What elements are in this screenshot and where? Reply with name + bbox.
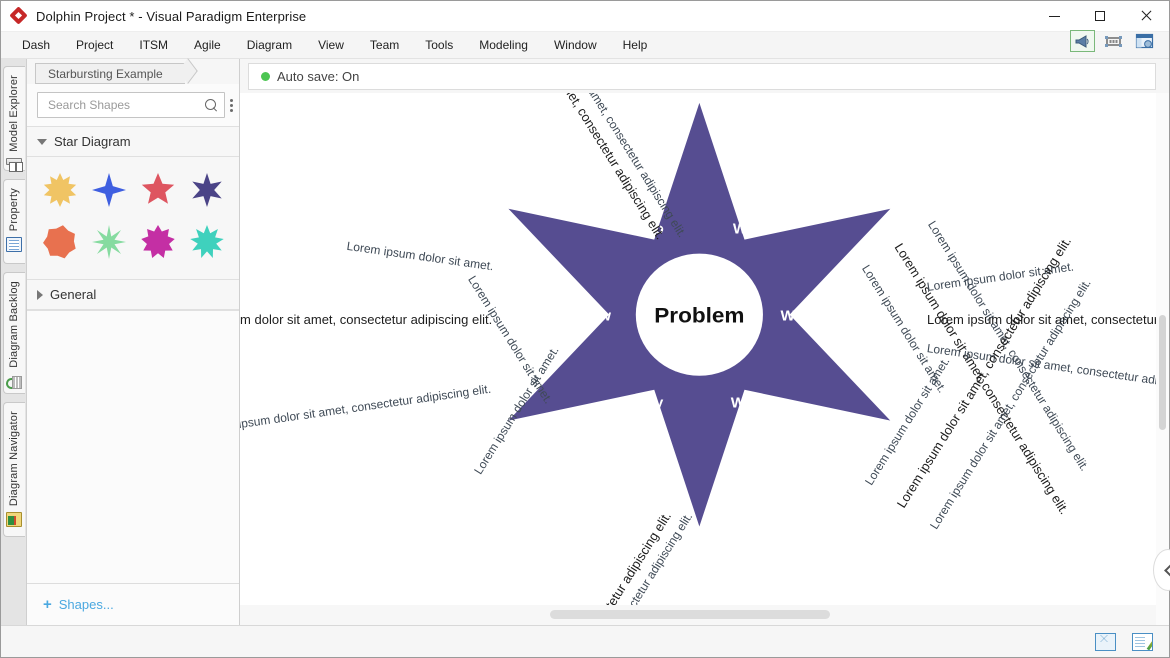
canvas-top-bar: Web Editing Experience Auto save: On xyxy=(240,30,1169,93)
model-explorer-icon xyxy=(6,157,22,173)
document-tab-label: Starbursting Example xyxy=(48,66,163,81)
shape-palette xyxy=(27,157,239,279)
mail-icon[interactable] xyxy=(1095,632,1116,651)
plus-icon: + xyxy=(43,596,52,613)
add-shapes-button[interactable]: + Shapes... xyxy=(27,583,239,625)
sidebar-tab-label: Property xyxy=(8,188,20,232)
section-title: Star Diagram xyxy=(54,134,131,149)
close-button[interactable] xyxy=(1123,1,1169,32)
kebab-menu-icon[interactable] xyxy=(229,98,233,112)
menu-item-dash[interactable]: Dash xyxy=(9,33,63,57)
application-window: Dolphin Project * - Visual Paradigm Ente… xyxy=(0,0,1170,658)
sidebar-tab-label: Model Explorer xyxy=(8,75,20,152)
diagram-navigator-icon xyxy=(6,512,22,528)
menu-item-view[interactable]: View xyxy=(305,33,357,57)
shape-star-4-point[interactable] xyxy=(84,167,133,213)
title-bar: Dolphin Project * - Visual Paradigm Ente… xyxy=(1,1,1169,32)
shape-burst-7-blob[interactable] xyxy=(35,219,84,265)
annotation-how-2[interactable]: Lorem ipsum dolor sit amet, consectetur … xyxy=(240,312,492,327)
property-icon xyxy=(6,237,22,253)
spoke-label-what: What xyxy=(733,221,771,238)
add-shapes-label: Shapes... xyxy=(58,597,114,612)
window-title: Dolphin Project * - Visual Paradigm Ente… xyxy=(36,8,307,24)
menu-item-diagram[interactable]: Diagram xyxy=(234,33,305,57)
status-bar xyxy=(1,625,1169,657)
search-icon[interactable] xyxy=(205,98,218,112)
search-input[interactable] xyxy=(46,97,205,113)
annotation-where-2[interactable]: Lorem ipsum dolor sit amet, consectetur … xyxy=(927,312,1169,327)
diamond-logo-icon xyxy=(11,8,28,25)
chevron-down-icon xyxy=(37,138,47,145)
horizontal-scrollbar-thumb[interactable] xyxy=(550,610,830,619)
minimize-button[interactable] xyxy=(1031,1,1077,32)
shape-star-9-point[interactable] xyxy=(133,219,182,265)
sidebar-tab-diagram-backlog[interactable]: Diagram Backlog xyxy=(2,272,25,394)
menu-item-team[interactable]: Team xyxy=(357,33,412,57)
search-row xyxy=(27,84,239,126)
vertical-scrollbar[interactable] xyxy=(1156,93,1169,625)
announce-icon[interactable] xyxy=(1070,30,1095,52)
section-title: General xyxy=(50,287,97,302)
menu-item-tools[interactable]: Tools xyxy=(412,33,466,57)
shape-star-5-point[interactable] xyxy=(133,167,182,213)
menu-item-agile[interactable]: Agile xyxy=(181,33,234,57)
shape-star-8-point-thin[interactable] xyxy=(84,219,133,265)
close-icon xyxy=(1140,10,1152,22)
canvas-toolbar xyxy=(1070,30,1157,52)
minimize-icon xyxy=(1048,15,1060,17)
diagram-backlog-icon xyxy=(6,374,22,390)
menu-item-modeling[interactable]: Modeling xyxy=(466,33,541,57)
maximize-icon xyxy=(1095,11,1105,21)
menu-item-project[interactable]: Project xyxy=(63,33,126,57)
auto-save-label: Auto save: On xyxy=(277,69,360,84)
menu-item-itsm[interactable]: ITSM xyxy=(126,33,181,57)
window-controls xyxy=(1031,1,1169,32)
spoke-label-how: How xyxy=(579,308,612,325)
chevron-right-icon xyxy=(37,289,43,300)
section-general[interactable]: General xyxy=(27,279,239,310)
shape-star-6-point[interactable] xyxy=(182,167,231,213)
note-edit-icon[interactable] xyxy=(1132,632,1153,651)
menu-item-help[interactable]: Help xyxy=(610,33,661,57)
search-shapes-box[interactable] xyxy=(37,92,225,118)
chevron-left-icon xyxy=(1164,563,1170,577)
sidebar-tab-property[interactable]: Property xyxy=(2,179,25,264)
shape-star-9-point-teal[interactable] xyxy=(182,219,231,265)
diagram-viewport[interactable]: Problem Who What Where When Why How Lorem ips… xyxy=(240,93,1169,625)
maximize-button[interactable] xyxy=(1077,1,1123,32)
sidebar-tab-diagram-navigator[interactable]: Diagram Navigator xyxy=(2,402,25,537)
spoke-label-why: Why xyxy=(631,395,664,412)
menu-bar: Dash Project ITSM Agile Diagram View Tea… xyxy=(1,32,1169,59)
center-label: Problem xyxy=(654,303,744,327)
main-body: Model Explorer Property Diagram Backlog … xyxy=(1,30,1170,625)
shape-star-10-point[interactable] xyxy=(35,167,84,213)
fit-to-screen-icon[interactable] xyxy=(1101,30,1126,52)
document-tab-starbursting-example[interactable]: Starbursting Example xyxy=(35,63,185,84)
menu-item-window[interactable]: Window xyxy=(541,33,610,57)
panel-empty-area xyxy=(27,310,239,583)
document-tab-strip: Starbursting Example xyxy=(27,59,239,84)
vertical-tab-strip: Model Explorer Property Diagram Backlog … xyxy=(1,59,27,625)
spoke-label-where: Where xyxy=(780,308,827,325)
spoke-label-when: When xyxy=(731,395,773,412)
shapes-panel: Starbursting Example Star Diagram xyxy=(27,59,240,625)
sidebar-tab-label: Diagram Backlog xyxy=(8,281,20,368)
auto-save-badge[interactable]: Auto save: On xyxy=(248,63,1156,90)
section-star-diagram[interactable]: Star Diagram xyxy=(27,126,239,157)
horizontal-scrollbar[interactable] xyxy=(240,605,1156,625)
status-dot-icon xyxy=(261,72,270,81)
sidebar-tab-model-explorer[interactable]: Model Explorer xyxy=(2,66,25,173)
diagram-canvas-area: Web Editing Experience Auto save: On Pro… xyxy=(240,30,1170,625)
layers-panel-icon[interactable] xyxy=(1132,30,1157,52)
vertical-scrollbar-thumb[interactable] xyxy=(1159,315,1166,430)
sidebar-tab-label: Diagram Navigator xyxy=(8,411,20,507)
